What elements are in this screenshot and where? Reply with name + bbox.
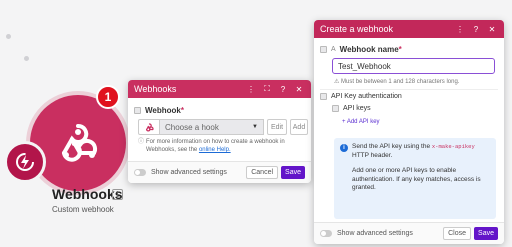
panel-header: Webhooks ⋮ ⛶ ? ✕ — [128, 80, 311, 98]
webhook-icon — [145, 122, 154, 131]
lightning-icon — [16, 153, 34, 171]
panel-title: Create a webhook — [320, 24, 394, 34]
webhook-name-row: A Webhook name* — [320, 45, 402, 54]
info-icon: i — [340, 144, 348, 152]
add-hook-button[interactable]: Add — [290, 119, 308, 135]
more-options-icon[interactable]: ⋮ — [245, 85, 257, 94]
panel-footer: Show advanced settings Cancel Save — [128, 161, 311, 183]
save-button[interactable]: Save — [281, 166, 305, 179]
module-subtitle: Custom webhook — [52, 205, 114, 214]
panel-footer: Show advanced settings Close Save — [314, 222, 504, 244]
help-icon[interactable]: ? — [277, 85, 289, 94]
module-id: 1 — [112, 189, 123, 200]
add-api-key-button[interactable]: + Add API key — [342, 119, 380, 125]
webhooks-panel: Webhooks ⋮ ⛶ ? ✕ Webhook* Choose a hook … — [128, 80, 311, 183]
online-help-link[interactable]: online Help. — [199, 147, 231, 153]
create-webhook-panel: Create a webhook ⋮ ? ✕ A Webhook name* T… — [314, 20, 504, 244]
api-auth-label: API Key authentication — [331, 93, 402, 100]
save-button[interactable]: Save — [474, 227, 498, 240]
module-notification-badge: 1 — [96, 85, 120, 109]
field-checkbox[interactable] — [320, 93, 327, 100]
api-key-info-note: i Send the API key using the x-make-apik… — [334, 138, 496, 219]
divider — [320, 89, 498, 90]
webhooks-module[interactable]: 1 — [4, 85, 130, 195]
cancel-button[interactable]: Cancel — [246, 166, 279, 179]
webhook-select-group: Choose a hook ▼ Edit Add — [138, 119, 308, 135]
choose-hook-select[interactable]: Choose a hook ▼ — [160, 119, 264, 135]
more-options-icon[interactable]: ⋮ — [454, 25, 466, 34]
note-paragraph-1: Send the API key using the x-make-apikey… — [352, 143, 475, 159]
field-checkbox[interactable] — [134, 107, 141, 114]
webhook-small-icon — [138, 119, 160, 135]
close-icon[interactable]: ✕ — [486, 25, 498, 34]
close-button[interactable]: Close — [443, 227, 472, 240]
instant-trigger-badge — [4, 141, 46, 183]
panel-header: Create a webhook ⋮ ? ✕ — [314, 20, 504, 38]
canvas-dot — [24, 56, 29, 61]
webhook-field-label: Webhook* — [145, 106, 184, 115]
maximize-icon[interactable]: ⛶ — [261, 84, 273, 94]
webhook-field-row: Webhook* — [134, 106, 184, 115]
module-circle[interactable] — [30, 95, 126, 191]
api-keys-row: API keys — [332, 105, 371, 112]
api-keys-label: API keys — [343, 105, 371, 112]
help-text: ⓘ For more information on how to create … — [138, 138, 308, 154]
advanced-settings-toggle[interactable] — [134, 169, 146, 176]
advanced-settings-label: Show advanced settings — [151, 169, 227, 176]
webhook-name-input[interactable]: Test_Webhook — [332, 58, 495, 74]
field-checkbox[interactable] — [320, 46, 327, 53]
webhook-icon — [62, 123, 98, 162]
note-paragraph-2: Add one or more API keys to enable authe… — [352, 167, 481, 191]
advanced-settings-label: Show advanced settings — [337, 230, 413, 237]
advanced-settings-toggle[interactable] — [320, 230, 332, 237]
canvas-dot — [6, 34, 11, 39]
choose-hook-placeholder: Choose a hook — [165, 122, 219, 132]
field-checkbox[interactable] — [332, 105, 339, 112]
name-hint: ⚠ Must be between 1 and 128 characters l… — [334, 79, 460, 85]
chevron-down-icon: ▼ — [252, 124, 258, 130]
panel-title: Webhooks — [134, 84, 177, 94]
close-icon[interactable]: ✕ — [293, 85, 305, 94]
help-icon[interactable]: ? — [470, 25, 482, 34]
text-type-icon: A — [331, 46, 336, 53]
webhook-name-label: Webhook name* — [339, 45, 402, 54]
info-icon: ⓘ — [138, 139, 145, 145]
edit-hook-button[interactable]: Edit — [267, 119, 287, 135]
api-auth-row: API Key authentication — [320, 93, 402, 100]
